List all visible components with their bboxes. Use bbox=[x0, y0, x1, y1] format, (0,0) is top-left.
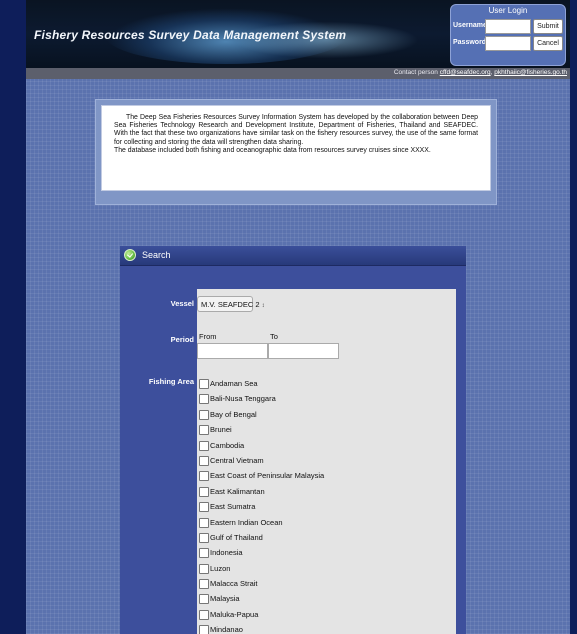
fishing-area-checkbox[interactable] bbox=[199, 394, 209, 405]
fishing-area-item[interactable]: Malacca Strait bbox=[199, 577, 449, 592]
page-frame: Fishery Resources Survey Data Management… bbox=[26, 0, 570, 634]
site-header: Fishery Resources Survey Data Management… bbox=[26, 0, 570, 68]
fishing-area-label: Malacca Strait bbox=[210, 579, 258, 589]
fishing-area-label: East Coast of Peninsular Malaysia bbox=[210, 471, 325, 481]
contact-email-link-2[interactable]: pkhthaiic@fisheries.go.th bbox=[494, 69, 567, 76]
fishing-area-label: East Sumatra bbox=[210, 502, 256, 512]
fishing-area-checkbox[interactable] bbox=[199, 532, 209, 543]
fishing-area-label: Fishing Area bbox=[148, 377, 194, 386]
fishing-area-item[interactable]: Indonesia bbox=[199, 546, 449, 561]
vessel-select[interactable]: M.V. SEAFDEC 2 ↕ bbox=[197, 296, 265, 312]
period-label: Period bbox=[170, 335, 194, 344]
fishing-area-checkbox[interactable] bbox=[199, 486, 209, 497]
search-panel: Search Vessel Period Fishing Area M.V. S… bbox=[120, 246, 466, 634]
fishing-area-item[interactable]: Gulf of Thailand bbox=[199, 531, 449, 546]
fishing-area-item[interactable]: Central Vietnam bbox=[199, 454, 449, 469]
fishing-area-item[interactable]: East Kalimantan bbox=[199, 485, 449, 500]
fishing-area-label: Central Vietnam bbox=[210, 455, 264, 465]
password-label: Password bbox=[453, 39, 487, 46]
fishing-area-label: Malaysia bbox=[210, 594, 240, 604]
password-input[interactable] bbox=[485, 36, 531, 51]
fishing-area-label: Maluka-Papua bbox=[210, 609, 259, 619]
fishing-area-label: East Kalimantan bbox=[210, 486, 265, 496]
search-panel-check-icon bbox=[124, 249, 136, 261]
vessel-select-value: M.V. SEAFDEC 2 bbox=[201, 300, 260, 309]
period-from-input[interactable] bbox=[197, 343, 268, 359]
fishing-area-checkbox[interactable] bbox=[199, 502, 209, 513]
fishing-area-item[interactable]: Eastern Indian Ocean bbox=[199, 516, 449, 531]
cancel-button[interactable]: Cancel bbox=[533, 36, 563, 51]
fishing-area-checkbox[interactable] bbox=[199, 517, 209, 528]
fishing-area-label: Indonesia bbox=[210, 548, 243, 558]
fishing-area-checkbox[interactable] bbox=[199, 440, 209, 451]
contact-info: Contact person cffd@seafdec.org, pkhthai… bbox=[394, 69, 567, 76]
fishing-area-checkbox[interactable] bbox=[199, 471, 209, 482]
intro-text-box: The Deep Sea Fisheries Resources Survey … bbox=[101, 105, 491, 191]
fishing-area-checkbox[interactable] bbox=[199, 409, 209, 420]
username-input[interactable] bbox=[485, 19, 531, 34]
fishing-area-label: Cambodia bbox=[210, 440, 245, 450]
intro-panel: The Deep Sea Fisheries Resources Survey … bbox=[95, 99, 497, 205]
fishing-area-item[interactable]: Bay of Bengal bbox=[199, 408, 449, 423]
contact-email-link-1[interactable]: cffd@seafdec.org bbox=[440, 69, 491, 76]
vessel-label: Vessel bbox=[170, 299, 194, 308]
fishing-area-label: Luzon bbox=[210, 563, 231, 573]
contact-separator: , bbox=[490, 69, 493, 76]
fishing-area-checkbox[interactable] bbox=[199, 379, 209, 389]
fishing-area-label: Mindanao bbox=[210, 625, 243, 634]
fishing-area-item[interactable]: Bali-Nusa Tenggara bbox=[199, 392, 449, 407]
username-label: Username bbox=[453, 22, 487, 29]
fishing-area-checkbox[interactable] bbox=[199, 625, 209, 634]
to-label: To bbox=[270, 332, 278, 341]
contact-label: Contact person bbox=[393, 69, 438, 76]
from-label: From bbox=[199, 332, 217, 341]
select-arrows-icon: ↕ bbox=[261, 303, 265, 309]
fishing-area-label: Brunei bbox=[210, 425, 232, 435]
intro-paragraph: The Deep Sea Fisheries Resources Survey … bbox=[114, 114, 478, 146]
fishing-area-item[interactable]: Cambodia bbox=[199, 439, 449, 454]
fishing-area-checkbox[interactable] bbox=[199, 609, 209, 620]
period-to-input[interactable] bbox=[268, 343, 339, 359]
fishing-area-label: Eastern Indian Ocean bbox=[210, 517, 283, 527]
fishing-area-item[interactable]: Mindanao bbox=[199, 623, 449, 634]
search-panel-title: Search bbox=[142, 250, 171, 260]
fishing-area-item[interactable]: Andaman Sea bbox=[199, 377, 449, 392]
site-title: Fishery Resources Survey Data Management… bbox=[34, 28, 347, 42]
intro-paragraph-database: The database included both fishing and o… bbox=[114, 146, 431, 154]
fishing-area-label: Andaman Sea bbox=[210, 379, 258, 388]
fishing-area-checkbox[interactable] bbox=[199, 594, 209, 605]
fishing-area-checkbox[interactable] bbox=[199, 425, 209, 436]
search-panel-header: Search bbox=[120, 246, 466, 266]
fishing-area-item[interactable]: Malaysia bbox=[199, 592, 449, 607]
fishing-area-checkbox[interactable] bbox=[199, 455, 209, 466]
fishing-area-item[interactable]: Luzon bbox=[199, 562, 449, 577]
fishing-area-checkbox[interactable] bbox=[199, 579, 209, 590]
contact-strip: Contact person cffd@seafdec.org, pkhthai… bbox=[26, 68, 570, 79]
fishing-area-label: Bali-Nusa Tenggara bbox=[210, 394, 276, 404]
fishing-area-checkbox[interactable] bbox=[199, 548, 209, 559]
fishing-area-list: Andaman Sea Bali-Nusa Tenggara Bay of Beng… bbox=[199, 377, 449, 634]
fishing-area-label: Bay of Bengal bbox=[210, 409, 257, 419]
fishing-area-label: Gulf of Thailand bbox=[210, 532, 263, 542]
fishing-area-item[interactable]: Brunei bbox=[199, 423, 449, 438]
submit-button[interactable]: Submit bbox=[533, 19, 563, 34]
search-form: M.V. SEAFDEC 2 ↕ From To Andaman Sea Bali… bbox=[197, 289, 456, 634]
login-title: User Login bbox=[488, 6, 528, 15]
fishing-area-item[interactable]: East Coast of Peninsular Malaysia bbox=[199, 469, 449, 484]
fishing-area-item[interactable]: Maluka-Papua bbox=[199, 608, 449, 623]
user-login-box: User Login Username Submit Password Canc… bbox=[450, 4, 566, 66]
fishing-area-item[interactable]: East Sumatra bbox=[199, 500, 449, 515]
fishing-area-checkbox[interactable] bbox=[199, 563, 209, 574]
